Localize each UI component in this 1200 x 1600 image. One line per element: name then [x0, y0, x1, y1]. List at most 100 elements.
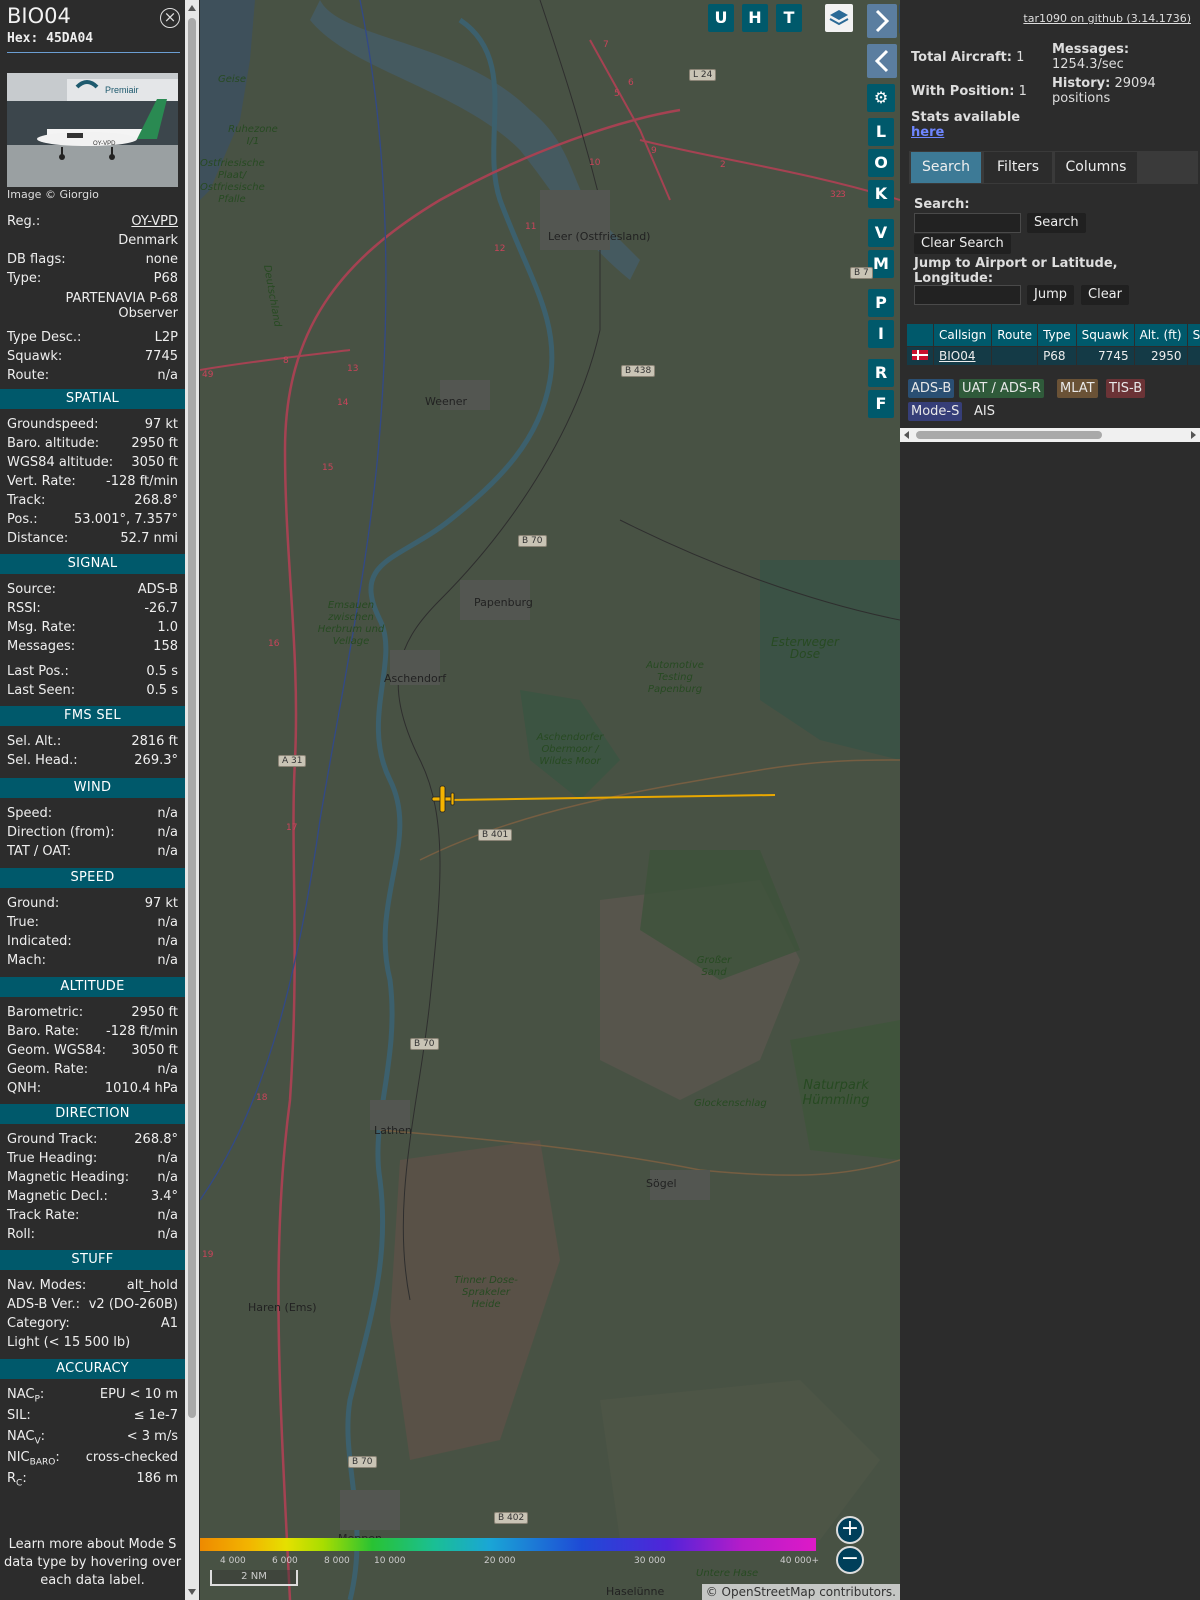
section-header-stuff[interactable]: STUFF [0, 1250, 185, 1270]
zoom-out-button[interactable]: − [836, 1546, 864, 1574]
info-label-text: Geom. Rate: [7, 1062, 89, 1077]
expand-sidebar-icon[interactable] [867, 4, 897, 38]
left-panel-scrollbar[interactable] [185, 0, 199, 1600]
toggle-button-f[interactable]: F [868, 390, 894, 418]
tab-filters[interactable]: Filters [983, 151, 1053, 184]
scroll-left-icon[interactable] [903, 431, 911, 439]
github-link[interactable]: tar1090 on github (3.14.1736) [1023, 12, 1191, 25]
search-button[interactable]: Search [1027, 213, 1086, 233]
col-header-callsign[interactable]: Callsign [932, 323, 993, 347]
nature-label: Ruhezone I/1 [228, 124, 278, 147]
info-label-text: Barometric: [7, 1005, 84, 1020]
place-label: Aschendorf [384, 672, 447, 685]
toggle-button-k[interactable]: K [868, 180, 894, 208]
map-view[interactable]: U H T ⚙ L O K V M P I R F Leer (Ostfries… [200, 0, 900, 1600]
section-header-speed[interactable]: SPEED [0, 868, 185, 888]
section-header-direction[interactable]: DIRECTION [0, 1104, 185, 1124]
info-value: cross-checked [85, 1450, 178, 1465]
col-header-speed[interactable]: Spd. [1186, 323, 1200, 347]
toggle-button-v[interactable]: V [868, 219, 894, 247]
section-header-altitude[interactable]: ALTITUDE [0, 977, 185, 997]
info-label-text: NIC [7, 1450, 30, 1465]
col-header-altitude[interactable]: Alt. (ft) [1133, 323, 1188, 347]
col-header-squawk[interactable]: Squawk [1075, 323, 1135, 347]
scrollbar-thumb[interactable] [188, 18, 196, 1418]
scroll-right-icon[interactable] [1189, 431, 1197, 439]
info-value: -128 ft/min [106, 474, 178, 489]
stats-here-link[interactable]: here [911, 125, 944, 140]
road-badge: B 402 [494, 1512, 529, 1524]
close-icon[interactable]: × [160, 8, 180, 28]
nature-label: Naturpark Hümmling [802, 1078, 870, 1108]
aircraft-list-panel: tar1090 on github (3.14.1736) Total Airc… [900, 0, 1200, 1600]
info-label: Geom. Rate: [7, 1061, 88, 1079]
scroll-down-icon[interactable] [188, 1589, 196, 1595]
cell-callsign[interactable]: BIO04 [932, 346, 993, 366]
col-header-flag[interactable] [906, 323, 934, 347]
total-aircraft-stat: Total Aircraft: 1 [911, 50, 1024, 65]
scroll-up-icon[interactable] [188, 5, 196, 11]
tab-columns[interactable]: Columns [1054, 151, 1138, 184]
toggle-button-p[interactable]: P [868, 289, 894, 317]
collapse-sidebar-icon[interactable] [867, 44, 897, 78]
tab-search[interactable]: Search [910, 151, 982, 184]
messages-label: Messages: [1052, 42, 1130, 57]
section-header-fms[interactable]: FMS SEL [0, 706, 185, 726]
map-attribution[interactable]: © OpenStreetMap contributors. [701, 1584, 900, 1600]
place-label: Haselünne [606, 1585, 665, 1598]
info-label: Sel. Alt.: [7, 733, 61, 751]
clear-button[interactable]: Clear [1081, 285, 1129, 305]
info-label-text: Geom. WGS84: [7, 1043, 107, 1058]
route-number: 15 [322, 463, 334, 473]
info-value: n/a [157, 915, 178, 930]
toggle-button-h[interactable]: H [742, 4, 768, 32]
aircraft-photo[interactable]: Premiair OY-VPD [7, 73, 178, 187]
toggle-button-r[interactable]: R [868, 359, 894, 387]
aircraft-icon[interactable] [428, 784, 458, 814]
learn-more-text: Learn more about Mode S data type by hov… [3, 1537, 182, 1588]
route-number: 7 [603, 40, 609, 50]
info-label-text: Pos.: [7, 512, 38, 527]
table-row[interactable]: BIO04 P68 7745 2950 [906, 346, 1200, 366]
layers-icon[interactable] [825, 4, 853, 32]
clear-search-button[interactable]: Clear Search [914, 234, 1011, 254]
jump-button[interactable]: Jump [1027, 285, 1074, 305]
info-label: Msg. Rate: [7, 619, 76, 637]
info-label: Groundspeed: [7, 416, 98, 434]
route-number: 17 [286, 823, 298, 833]
info-label: Mach: [7, 952, 46, 970]
section-header-signal[interactable]: SIGNAL [0, 554, 185, 574]
table-horizontal-scrollbar[interactable] [900, 428, 1200, 442]
section-header-wind[interactable]: WIND [0, 778, 185, 798]
toggle-button-i[interactable]: I [868, 320, 894, 348]
route-number: 6 [628, 78, 634, 88]
horizontal-scrollbar-thumb[interactable] [916, 431, 1102, 439]
registration-link[interactable]: OY-VPD [131, 213, 178, 231]
col-header-type[interactable]: Type [1037, 323, 1077, 347]
info-label-text: Speed: [7, 806, 53, 821]
toggle-button-l[interactable]: L [868, 118, 894, 146]
info-value: 53.001°, 7.357° [74, 512, 178, 527]
settings-gear-icon[interactable]: ⚙ [867, 84, 895, 112]
toggle-button-u[interactable]: U [708, 4, 734, 32]
colorbar-tick: 10 000 [374, 1556, 406, 1566]
toggle-button-o[interactable]: O [868, 149, 894, 177]
detail-label: Route: [7, 368, 50, 383]
header-divider [7, 52, 180, 53]
flag-denmark-icon [906, 346, 934, 366]
info-value: 97 kt [144, 896, 178, 911]
info-value: 2950 ft [131, 436, 178, 451]
jump-input[interactable] [914, 285, 1021, 305]
section-header-spatial[interactable]: SPATIAL [0, 389, 185, 409]
with-position-value: 1 [1018, 84, 1027, 99]
toggle-button-t[interactable]: T [776, 4, 802, 32]
cell-speed [1186, 346, 1200, 366]
info-label: Last Pos.: [7, 663, 69, 681]
zoom-in-button[interactable]: + [836, 1516, 864, 1544]
col-header-route[interactable]: Route [991, 323, 1039, 347]
info-value: n/a [157, 1170, 178, 1185]
section-header-accuracy[interactable]: ACCURACY [0, 1359, 185, 1379]
info-value: 3.4° [150, 1189, 178, 1204]
search-input[interactable] [914, 213, 1021, 233]
altitude-colorbar: 4 000 6 000 8 000 10 000 20 000 30 000 4… [200, 1538, 820, 1566]
